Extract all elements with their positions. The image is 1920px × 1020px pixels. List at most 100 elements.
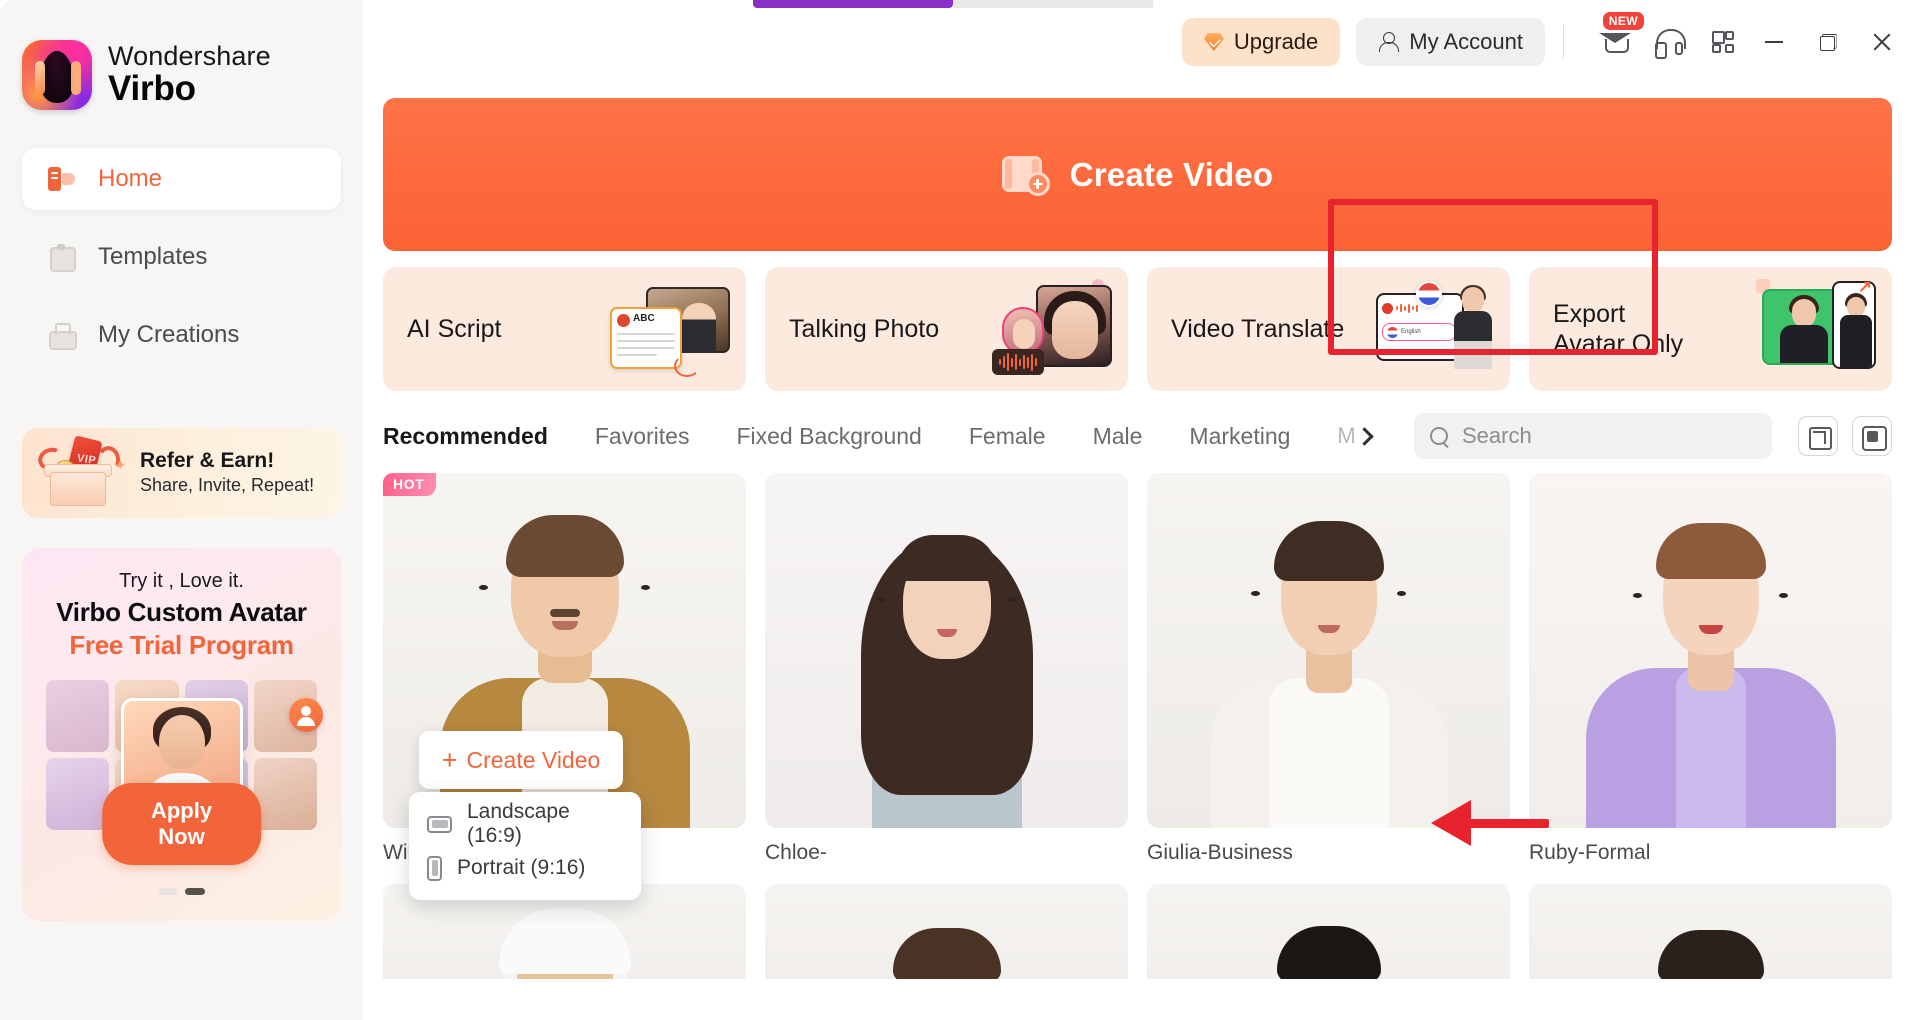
export-avatar-line-2: Avatar Only: [1553, 330, 1684, 358]
tab-marketing[interactable]: Marketing: [1189, 423, 1290, 450]
plus-icon: +: [441, 744, 458, 775]
category-tabs-row: Recommended Favorites Fixed Background F…: [363, 391, 1920, 459]
sidebar: Wondershare Virbo Home Templates My Crea…: [0, 0, 363, 1020]
graduation-cap-icon[interactable]: NEW: [1594, 12, 1644, 63]
avatar-thumbnail: [765, 473, 1128, 828]
create-video-banner-label: Create Video: [1069, 155, 1274, 193]
my-account-button[interactable]: My Account: [1356, 18, 1545, 66]
tab-next-partial-label: M: [1337, 423, 1356, 448]
carousel-dot-1[interactable]: [158, 888, 177, 895]
promo-line-1: Try it , Love it.: [119, 570, 244, 592]
sidebar-item-templates-label: Templates: [98, 243, 208, 270]
diamond-icon: [1204, 33, 1224, 51]
avatar-thumbnail: [1147, 473, 1510, 828]
promo-line-2: Virbo Custom Avatar: [56, 597, 307, 627]
upgrade-button[interactable]: Upgrade: [1181, 18, 1341, 66]
tab-recommended[interactable]: Recommended: [383, 423, 548, 450]
feature-cards: AI Script ABC Talking Photo Video Transl…: [363, 251, 1920, 391]
sidebar-nav: Home Templates My Creations: [0, 148, 363, 366]
my-creations-icon: [46, 320, 77, 350]
card-create-video-label: Create Video: [466, 746, 601, 773]
card-create-video-button[interactable]: + Create Video: [419, 731, 623, 789]
brand: Wondershare Virbo: [0, 0, 363, 110]
tab-fixed-background[interactable]: Fixed Background: [736, 423, 921, 450]
search-icon: [1430, 426, 1449, 446]
avatar-grid: HOT Chloe- Giulia-Business Ruby-Formal: [383, 473, 1892, 979]
avatar-card-6[interactable]: [765, 884, 1128, 979]
tab-favorites[interactable]: Favorites: [595, 423, 690, 450]
menu-item-portrait-label: Portrait (9:16): [457, 856, 586, 879]
promo-line-3: Free Trial Program: [69, 630, 294, 660]
minimize-button[interactable]: [1750, 18, 1798, 66]
refer-and-earn-card[interactable]: VIP ✦ Refer & Earn! Share, Invite, Repea…: [22, 428, 341, 518]
feature-card-talking-photo-label: Talking Photo: [789, 314, 940, 343]
tab-male[interactable]: Male: [1093, 423, 1143, 450]
main-content: Upgrade My Account NEW Create Video AI S…: [363, 0, 1920, 1020]
expand-view-button[interactable]: [1798, 416, 1838, 456]
carousel-dot-2[interactable]: [184, 888, 205, 895]
video-translate-thumb: English: [1374, 281, 1494, 377]
templates-icon: [46, 242, 76, 272]
brand-name-virbo: Virbo: [108, 68, 196, 108]
avatar-name: Chloe-: [765, 841, 827, 864]
create-video-icon: [1001, 154, 1050, 196]
landscape-icon: [427, 815, 452, 833]
export-avatar-line-1: Export: [1553, 299, 1626, 328]
feature-card-ai-script[interactable]: AI Script ABC: [383, 267, 746, 391]
hot-badge: HOT: [383, 473, 437, 496]
sidebar-item-my-creations[interactable]: My Creations: [22, 304, 341, 366]
headphones-support-icon[interactable]: [1648, 21, 1690, 63]
person-icon: [1378, 31, 1400, 53]
apply-now-button[interactable]: Apply Now: [101, 783, 262, 865]
tabs-next-button[interactable]: M: [1337, 423, 1374, 449]
feature-card-export-avatar-only-label: Export Avatar Only: [1553, 299, 1683, 360]
avatar-card-7[interactable]: [1147, 884, 1510, 979]
top-bar: Upgrade My Account NEW: [363, 0, 1920, 84]
avatar-card-chloe[interactable]: Chloe-: [765, 473, 1128, 865]
brand-name-wondershare: Wondershare: [108, 41, 271, 72]
sidebar-item-home[interactable]: Home: [22, 148, 341, 210]
annotation-arrow: [1431, 800, 1549, 846]
aspect-ratio-menu: Landscape (16:9) Portrait (9:16): [409, 792, 641, 900]
avatar-thumbnail: [1529, 473, 1892, 828]
upgrade-label: Upgrade: [1233, 29, 1319, 54]
portrait-icon: [427, 855, 442, 881]
feature-card-export-avatar-only[interactable]: Export Avatar Only ↗: [1529, 267, 1892, 391]
window-tab-strip: [753, 0, 1153, 8]
close-button[interactable]: [1858, 18, 1906, 66]
avatar-card-ruby[interactable]: Ruby-Formal: [1529, 473, 1892, 865]
create-video-banner-wrap: Create Video: [363, 84, 1920, 355]
talking-photo-thumb: [992, 279, 1112, 377]
avatar-thumbnail: [765, 884, 1128, 979]
promo-avatar-badge-icon: [289, 698, 323, 732]
search-input[interactable]: Search: [1414, 413, 1772, 459]
promo-carousel-dots[interactable]: [158, 888, 205, 895]
export-avatar-thumb: ↗: [1756, 277, 1876, 377]
sidebar-item-templates[interactable]: Templates: [22, 226, 341, 288]
feature-card-video-translate[interactable]: Video Translate English: [1147, 267, 1510, 391]
refer-subtitle: Share, Invite, Repeat!: [140, 475, 315, 496]
app-window: Wondershare Virbo Home Templates My Crea…: [0, 0, 1920, 1020]
custom-avatar-promo-card[interactable]: Try it , Love it. Virbo Custom Avatar Fr…: [22, 548, 341, 921]
menu-item-landscape-label: Landscape (16:9): [467, 800, 570, 847]
refer-title: Refer & Earn!: [140, 449, 275, 473]
search-placeholder: Search: [1462, 423, 1532, 448]
fit-view-button[interactable]: [1852, 416, 1892, 456]
maximize-restore-button[interactable]: [1804, 18, 1852, 66]
my-account-label: My Account: [1409, 29, 1523, 54]
avatar-card-8[interactable]: [1529, 884, 1892, 979]
ai-script-thumb: ABC: [610, 281, 730, 377]
menu-item-landscape[interactable]: Landscape (16:9): [409, 800, 641, 847]
gift-box-icon: VIP ✦: [34, 435, 130, 510]
feature-card-video-translate-label: Video Translate: [1171, 314, 1345, 343]
feature-card-talking-photo[interactable]: Talking Photo: [765, 267, 1128, 391]
app-grid-icon[interactable]: [1702, 21, 1744, 63]
avatar-grid-wrap: HOT Chloe- Giulia-Business Ruby-Formal +…: [363, 459, 1920, 979]
home-icon: [46, 164, 76, 194]
header-divider: [1563, 25, 1564, 59]
tab-female[interactable]: Female: [969, 423, 1046, 450]
menu-item-portrait[interactable]: Portrait (9:16): [409, 846, 641, 890]
create-video-banner[interactable]: Create Video: [383, 98, 1892, 251]
virbo-logo-icon: [22, 40, 92, 110]
avatar-thumbnail: [1529, 884, 1892, 979]
